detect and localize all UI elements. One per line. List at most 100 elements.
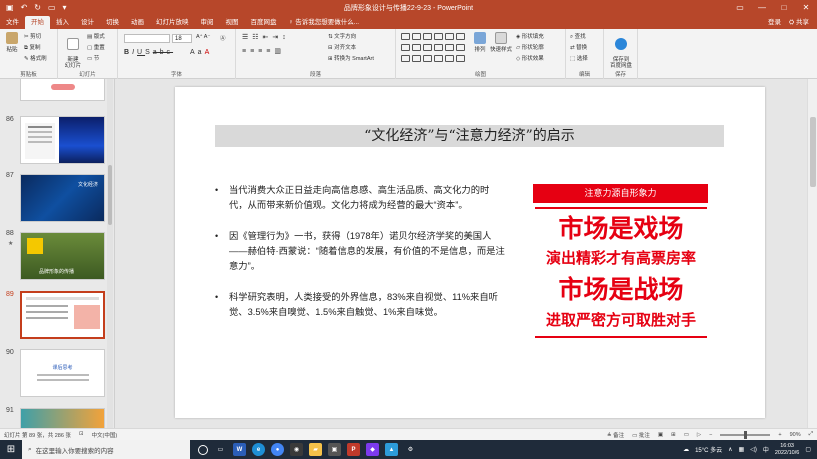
copy-button[interactable]: ⧉ 复制 (24, 43, 40, 52)
shapes-gallery[interactable] (400, 33, 466, 64)
slide-sorter-icon[interactable]: ⊞ (671, 432, 676, 438)
slogan-line-3[interactable]: 市场是战场 (531, 275, 711, 305)
tell-me-search[interactable]: ♀ 告诉我您想要做什么... (283, 16, 366, 29)
current-slide[interactable]: “文化经济”与“注意力经济”的启示 当代消费大众正日益走向高信息感、高生活品质、… (175, 87, 765, 418)
tab-insert[interactable]: 插入 (50, 16, 75, 29)
redo-icon[interactable]: ↻ (34, 3, 41, 12)
taskbar-search[interactable]: ⌕ 在这里输入你要搜索的内容 (22, 440, 190, 459)
thumbnail-scrollbar[interactable] (107, 79, 113, 428)
arrange-button[interactable]: 排列 (472, 32, 488, 53)
powerpoint-icon[interactable]: P (347, 443, 360, 456)
font-name-input[interactable] (124, 34, 170, 43)
text-direction-button[interactable]: ⇅ 文字方向 (328, 32, 356, 40)
quick-styles-button[interactable]: 快速样式 (490, 32, 512, 53)
find-button[interactable]: ⌕ 查找 (570, 32, 586, 41)
attention-banner[interactable]: 注意力源自形象力 (533, 184, 708, 203)
zoom-out-icon[interactable]: − (709, 432, 712, 438)
save-baidu-button[interactable]: 保存到 百度网盘 (606, 32, 636, 69)
shape-effects-button[interactable]: ◇ 形状效果 (516, 54, 544, 62)
app-icon[interactable]: ▣ (328, 443, 341, 456)
start-presentation-icon[interactable]: ▭ (48, 3, 56, 12)
input-method-icon[interactable]: 中 (763, 445, 769, 454)
list-buttons[interactable]: ☰☷⇤⇥↕ (242, 33, 290, 41)
weather-text[interactable]: 15°C 多云 (695, 445, 722, 454)
tab-animations[interactable]: 动画 (125, 16, 150, 29)
replace-button[interactable]: ⇄ 替换 (570, 43, 587, 51)
slide-thumbnail-86[interactable] (20, 116, 105, 164)
clock[interactable]: 16:03 2022/10/6 (775, 443, 799, 457)
font-color-buttons[interactable]: AaA (190, 49, 212, 56)
tray-expand-icon[interactable]: ∧ (728, 446, 732, 453)
scrollbar-thumb[interactable] (108, 165, 112, 225)
zoom-in-icon[interactable]: + (778, 432, 781, 438)
language-indicator[interactable]: 中文(中国) (92, 431, 118, 439)
tab-home[interactable]: 开始 (25, 16, 50, 29)
slide-thumbnail-91[interactable] (20, 408, 105, 428)
edge-icon[interactable]: e (252, 443, 265, 456)
slide-thumbnail-88[interactable]: 品牌形象的传播 (20, 232, 105, 280)
share-button[interactable]: ⛭ 共享 (789, 16, 809, 29)
tab-slideshow[interactable]: 幻灯片放映 (150, 16, 195, 29)
folder-icon[interactable]: ▰ (309, 443, 322, 456)
bullet-list[interactable]: 当代消费大众正日益走向高信息感、高生活品质、高文化力的时代，从而带来新价值观。文… (215, 183, 505, 336)
close-button[interactable]: ✕ (795, 0, 817, 15)
slide-title[interactable]: “文化经济”与“注意力经济”的启示 (215, 125, 724, 147)
slide-thumbnail-90[interactable]: 课后思考 (20, 349, 105, 397)
tab-baidu[interactable]: 百度网盘 (245, 16, 283, 29)
undo-icon[interactable]: ↶ (21, 3, 28, 12)
slide-thumbnail-87[interactable]: 文化经济 (20, 174, 105, 222)
tab-transitions[interactable]: 切换 (100, 16, 125, 29)
tab-file[interactable]: 文件 (0, 16, 25, 29)
align-text-button[interactable]: ⊟ 对齐文本 (328, 43, 356, 51)
media-icon[interactable]: ◉ (290, 443, 303, 456)
slide-thumbnail-85[interactable] (20, 79, 105, 101)
shape-fill-button[interactable]: ◈ 形状填充 (516, 32, 544, 40)
reading-view-icon[interactable]: ▭ (684, 432, 689, 438)
network-icon[interactable]: ▦ (739, 446, 745, 453)
task-view-icon[interactable]: ▭ (214, 443, 227, 456)
fit-slide-icon[interactable]: ⤢ (809, 431, 813, 438)
slideshow-icon[interactable]: ▷ (697, 432, 701, 438)
editor-scrollbar[interactable] (807, 79, 817, 428)
select-button[interactable]: ⬚ 选择 (570, 54, 588, 62)
weather-icon[interactable]: ☁ (683, 446, 689, 453)
clear-format-icon[interactable]: Ⓐ (220, 34, 226, 42)
zoom-level[interactable]: 90% (790, 432, 801, 438)
tab-design[interactable]: 设计 (75, 16, 100, 29)
app-icon[interactable]: ◆ (366, 443, 379, 456)
smartart-button[interactable]: ⊞ 转换为 SmartArt (328, 54, 374, 62)
paste-button[interactable]: 粘贴 (4, 32, 20, 53)
word-icon[interactable]: W (233, 443, 246, 456)
maximize-button[interactable]: □ (773, 0, 795, 15)
ribbon-display-icon[interactable]: ▭ (729, 0, 751, 15)
save-icon[interactable]: ▣ (6, 3, 14, 12)
layout-button[interactable]: ▤ 版式 (87, 32, 105, 40)
scrollbar-thumb[interactable] (810, 117, 816, 187)
windows-start-icon[interactable]: ⊞ (0, 444, 22, 455)
slide-thumbnail-89-selected[interactable] (20, 291, 105, 339)
section-button[interactable]: ▭ 节 (87, 54, 99, 62)
customize-qat-icon[interactable]: ▾ (63, 3, 67, 12)
slogan-line-2[interactable]: 演出精彩才有高票房率 (531, 248, 711, 268)
cut-button[interactable]: ✂ 剪切 (24, 32, 41, 40)
slogan-line-4[interactable]: 进取严密方可取胜对手 (531, 310, 711, 330)
minimize-button[interactable]: — (751, 0, 773, 15)
settings-icon[interactable]: ⚙ (404, 443, 417, 456)
new-slide-button[interactable]: 新建 幻灯片 (62, 32, 84, 69)
cortana-icon[interactable] (198, 444, 208, 455)
format-painter-button[interactable]: ✎ 格式刷 (24, 54, 47, 62)
tab-view[interactable]: 视图 (220, 16, 245, 29)
volume-icon[interactable]: ◁) (750, 446, 757, 453)
notification-icon[interactable]: ▢ (805, 446, 811, 453)
normal-view-icon[interactable]: ▣ (658, 432, 663, 438)
spellcheck-icon[interactable]: ⊡ (79, 431, 84, 439)
font-size-input[interactable]: 18 (172, 34, 192, 43)
login-link[interactable]: 登录 (768, 16, 781, 29)
chrome-icon[interactable]: ● (271, 443, 284, 456)
notes-button[interactable]: ≜ 备注 (607, 431, 624, 439)
comments-button[interactable]: ▭ 批注 (632, 431, 650, 439)
reset-button[interactable]: ▢ 重置 (87, 43, 105, 51)
shape-outline-button[interactable]: ▱ 形状轮廓 (516, 43, 544, 51)
font-style-buttons[interactable]: BIUSabc (124, 49, 173, 56)
slogan-line-1[interactable]: 市场是戏场 (531, 214, 711, 244)
